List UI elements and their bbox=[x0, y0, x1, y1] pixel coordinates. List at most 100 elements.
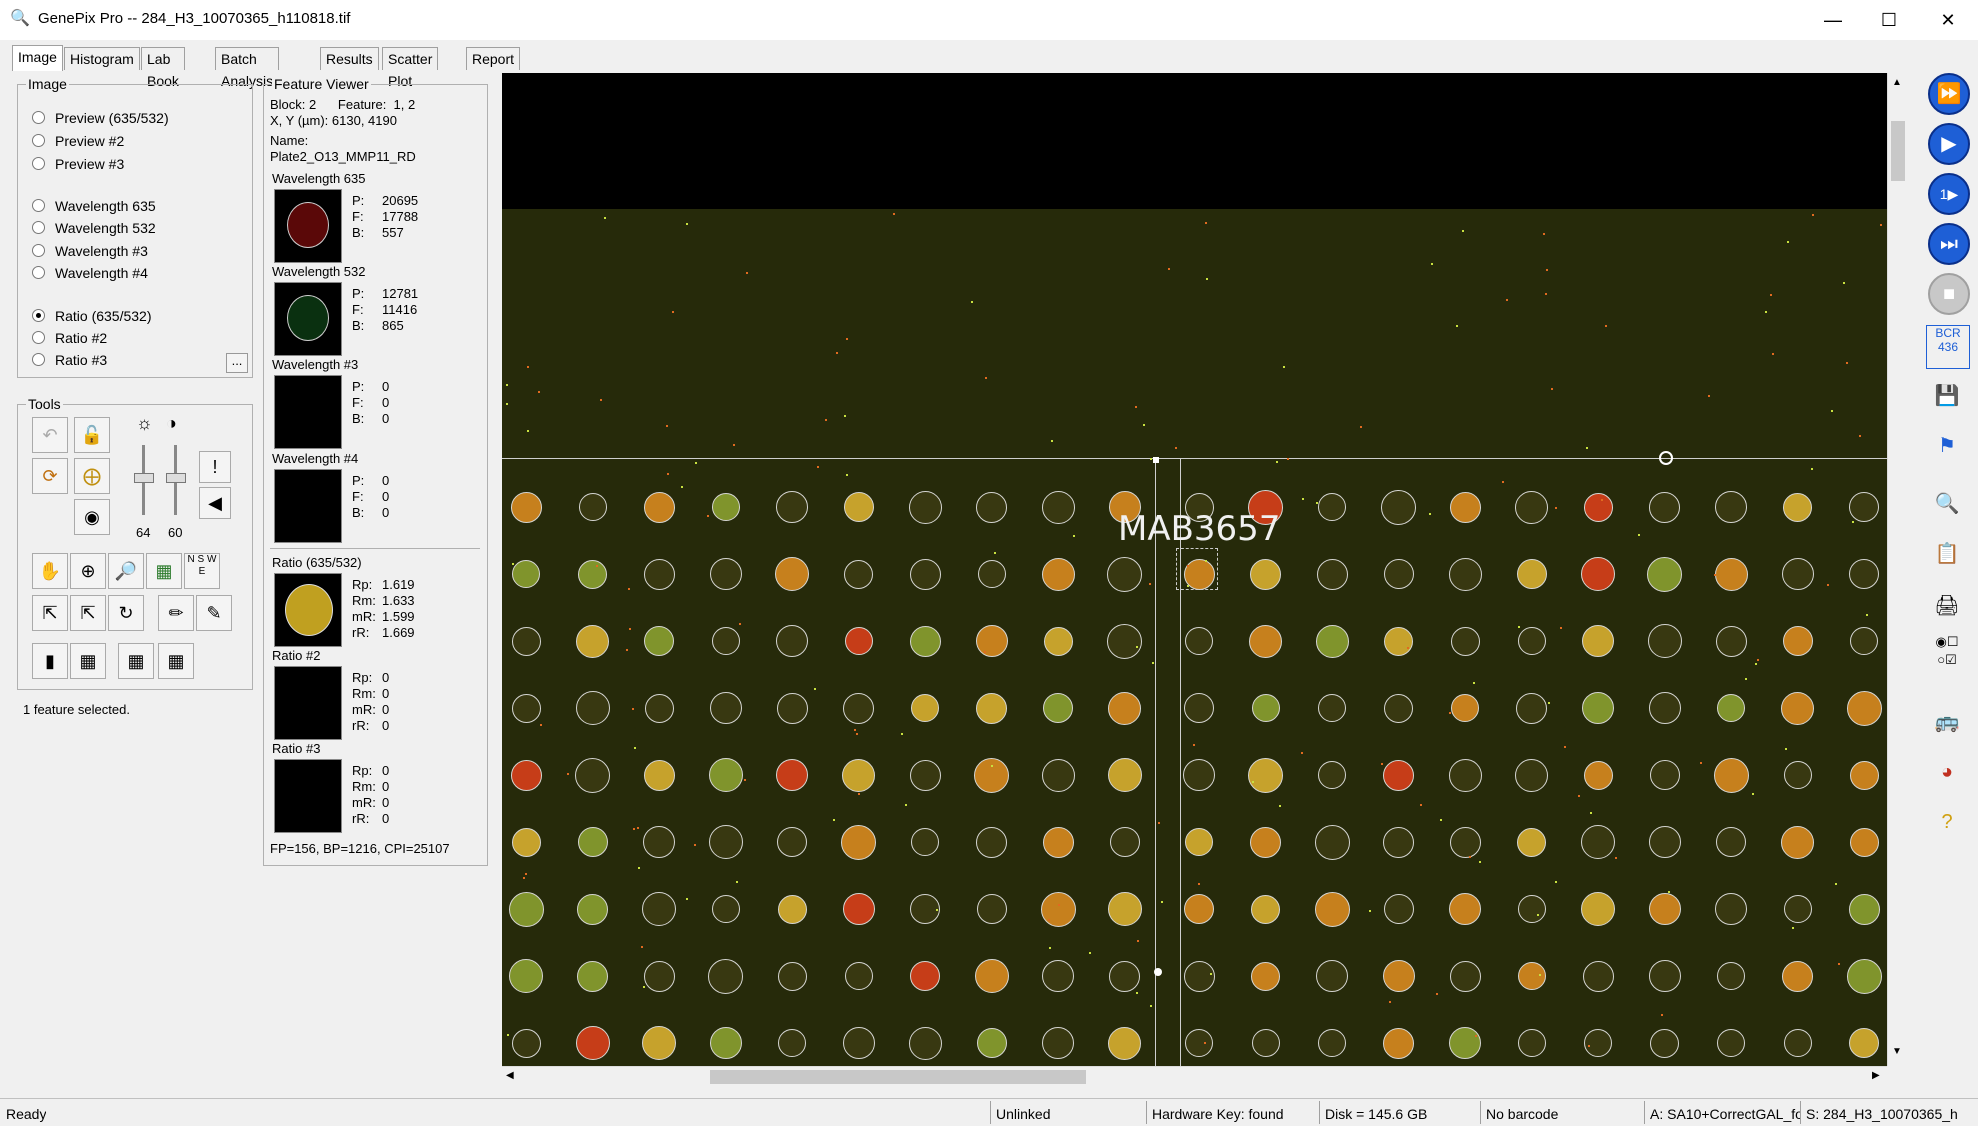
array-spot[interactable] bbox=[909, 558, 941, 590]
minimize-button-2[interactable]: — bbox=[1805, 0, 1861, 40]
array-spot[interactable] bbox=[1109, 827, 1140, 857]
array-spot[interactable] bbox=[844, 627, 873, 655]
gauge-icon[interactable]: ◕ bbox=[1926, 751, 1968, 793]
array-spot[interactable] bbox=[1041, 557, 1075, 591]
radio-wavelength-532[interactable]: Wavelength 532 bbox=[32, 219, 156, 237]
play-icon[interactable]: ▶ bbox=[1928, 123, 1970, 165]
array-spot[interactable] bbox=[1449, 826, 1481, 858]
array-spot[interactable] bbox=[575, 757, 610, 793]
array-spot[interactable] bbox=[1717, 694, 1745, 722]
radio-wavelength-635[interactable]: Wavelength 635 bbox=[32, 197, 156, 215]
array-spot[interactable] bbox=[976, 692, 1007, 724]
array-spot[interactable] bbox=[577, 827, 608, 857]
array-spot[interactable] bbox=[512, 560, 540, 588]
array-spot[interactable] bbox=[776, 692, 808, 724]
binoculars-icon[interactable]: 🔍 bbox=[1926, 483, 1968, 525]
radio-preview-2[interactable]: Preview #2 bbox=[32, 132, 124, 150]
array-spot[interactable] bbox=[576, 624, 609, 658]
radio-preview-635-532[interactable]: Preview (635/532) bbox=[32, 109, 169, 127]
radio-ratio-3[interactable]: Ratio #3 bbox=[32, 351, 107, 369]
pointer-select-icon[interactable]: ⇱ bbox=[32, 595, 68, 631]
array-spot[interactable] bbox=[1109, 960, 1140, 992]
array-spot[interactable] bbox=[842, 758, 875, 792]
array-spot[interactable] bbox=[1517, 962, 1546, 990]
array-spot[interactable] bbox=[575, 1026, 610, 1060]
brightness-slider-thumb[interactable] bbox=[134, 473, 154, 483]
block-column-icon[interactable]: ▮ bbox=[32, 643, 68, 679]
array-spot[interactable] bbox=[1251, 961, 1280, 991]
array-spot[interactable] bbox=[1581, 825, 1615, 859]
radio-ratio-635-532[interactable]: Ratio (635/532) bbox=[32, 307, 152, 325]
array-spot[interactable] bbox=[1041, 758, 1075, 792]
array-spot[interactable] bbox=[1183, 960, 1215, 992]
array-spot[interactable] bbox=[1108, 1026, 1141, 1060]
array-spot[interactable] bbox=[1716, 827, 1746, 857]
array-spot[interactable] bbox=[844, 962, 873, 990]
array-spot[interactable] bbox=[642, 892, 676, 926]
array-spot[interactable] bbox=[1517, 627, 1546, 655]
array-spot[interactable] bbox=[708, 758, 743, 792]
array-spot[interactable] bbox=[1713, 757, 1749, 793]
alert-icon[interactable]: ! bbox=[199, 451, 231, 483]
array-spot[interactable] bbox=[1849, 1028, 1879, 1058]
array-spot[interactable] bbox=[711, 627, 740, 655]
array-spot[interactable] bbox=[1318, 761, 1346, 789]
array-spot[interactable] bbox=[1383, 1027, 1414, 1059]
play-multi-icon[interactable]: ⏭ bbox=[1928, 223, 1970, 265]
array-spot[interactable] bbox=[577, 893, 608, 925]
array-spot[interactable] bbox=[1582, 960, 1614, 992]
array-spot[interactable] bbox=[1783, 492, 1812, 522]
array-spot[interactable] bbox=[1451, 694, 1479, 722]
copy-icon[interactable]: 📋 bbox=[1926, 533, 1968, 575]
tab-scatter-plot[interactable]: Scatter Plot bbox=[382, 47, 439, 89]
array-spot[interactable] bbox=[1448, 557, 1482, 591]
array-spot[interactable] bbox=[1648, 826, 1681, 858]
array-spot[interactable] bbox=[643, 759, 675, 791]
array-spot[interactable] bbox=[1781, 691, 1814, 725]
array-spot[interactable] bbox=[1647, 556, 1682, 592]
array-spot[interactable] bbox=[1248, 757, 1283, 793]
array-spot[interactable] bbox=[1517, 895, 1546, 923]
array-spot[interactable] bbox=[643, 491, 675, 523]
array-spot[interactable] bbox=[1315, 624, 1349, 658]
scroll-down-arrow-icon[interactable]: ▼ bbox=[1892, 1046, 1902, 1057]
rotate-icon[interactable]: ⟳ bbox=[32, 458, 68, 494]
data-table-icon[interactable]: BCR 436 bbox=[1926, 325, 1970, 369]
array-spot[interactable] bbox=[777, 827, 807, 857]
array-spot[interactable] bbox=[1717, 962, 1745, 990]
array-spot[interactable] bbox=[1517, 827, 1546, 857]
calculator-icon[interactable]: ▦ bbox=[146, 553, 182, 589]
array-spot[interactable] bbox=[843, 492, 874, 522]
array-spot[interactable] bbox=[1782, 626, 1813, 656]
array-spot[interactable] bbox=[974, 959, 1009, 993]
array-spot[interactable] bbox=[1382, 960, 1415, 992]
array-spot[interactable] bbox=[1185, 828, 1213, 856]
scroll-left-arrow-icon[interactable]: ◀ bbox=[506, 1070, 514, 1081]
array-spot[interactable] bbox=[1849, 827, 1879, 857]
array-spot[interactable] bbox=[1647, 624, 1682, 658]
tab-image[interactable]: Image bbox=[12, 45, 63, 71]
array-spot[interactable] bbox=[511, 1028, 541, 1058]
array-spot[interactable] bbox=[1648, 960, 1681, 992]
array-spot[interactable] bbox=[1583, 760, 1613, 790]
array-spot[interactable] bbox=[777, 894, 807, 924]
array-spot[interactable] bbox=[1318, 493, 1346, 521]
array-spot[interactable] bbox=[642, 1026, 676, 1060]
close-button[interactable]: ✕ bbox=[1920, 0, 1976, 40]
contrast-slider-thumb[interactable] bbox=[166, 473, 186, 483]
array-spot[interactable] bbox=[1449, 491, 1481, 523]
array-spot[interactable] bbox=[1042, 826, 1074, 858]
radio-wavelength-4[interactable]: Wavelength #4 bbox=[32, 264, 148, 282]
array-spot[interactable] bbox=[709, 692, 742, 724]
maximize-button[interactable]: ☐ bbox=[1861, 0, 1917, 40]
array-spot[interactable] bbox=[1582, 692, 1614, 724]
array-spot[interactable] bbox=[1316, 558, 1348, 590]
zoom-target-icon[interactable]: ⊕ bbox=[70, 553, 106, 589]
array-spot[interactable] bbox=[1185, 627, 1213, 655]
array-spot[interactable] bbox=[511, 626, 541, 656]
array-spot[interactable] bbox=[1783, 761, 1812, 789]
array-spot[interactable] bbox=[1043, 693, 1073, 723]
lock-icon[interactable]: 🔓 bbox=[74, 417, 110, 453]
vertical-scrollbar[interactable]: ▲ ▼ bbox=[1887, 73, 1908, 1066]
array-spot[interactable] bbox=[1450, 626, 1480, 656]
